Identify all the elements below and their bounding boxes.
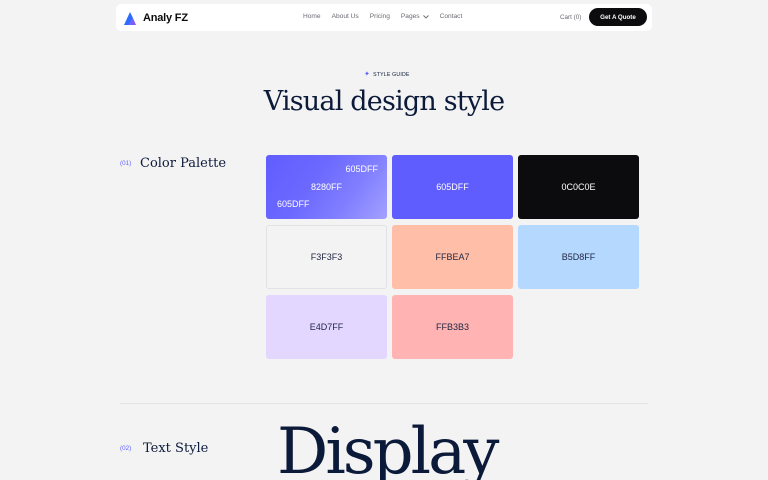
- gradient-label-bottom: 605DFF: [277, 199, 310, 209]
- brand-name: Analy FZ: [143, 11, 188, 24]
- main-menu: Home About Us Pricing Pages Contact: [303, 13, 462, 20]
- swatch-label: FFBEA7: [435, 252, 470, 262]
- swatch-label: B5D8FF: [561, 252, 596, 262]
- gradient-label-middle: 8280FF: [311, 182, 343, 192]
- menu-item-pricing[interactable]: Pricing: [370, 13, 390, 20]
- section-number-palette: (01): [120, 160, 132, 167]
- sparkle-icon: ✦: [364, 71, 371, 78]
- swatch-f3f3f3: F3F3F3: [266, 225, 387, 289]
- cart-link[interactable]: Cart (0): [560, 14, 581, 21]
- swatch-ffb3b3: FFB3B3: [392, 295, 513, 359]
- swatch-label: E4D7FF: [309, 322, 344, 332]
- eyebrow: ✦ STYLE GUIDE: [364, 71, 410, 78]
- top-nav: Analy FZ Home About Us Pricing Pages Con…: [116, 4, 652, 31]
- get-quote-button[interactable]: Get A Quote: [589, 8, 647, 26]
- gradient-label-top: 605DFF: [345, 164, 378, 174]
- swatch-605dff: 605DFF: [392, 155, 513, 219]
- menu-item-pages-label: Pages: [400, 13, 420, 20]
- page-title: Visual design style: [263, 86, 505, 117]
- swatch-ffbea7: FFBEA7: [392, 225, 513, 289]
- section-number-text: (02): [120, 445, 132, 452]
- swatch-b5d8ff: B5D8FF: [518, 225, 639, 289]
- display-sample: Display: [277, 415, 499, 480]
- swatch-e4d7ff: E4D7FF: [266, 295, 387, 359]
- logo-icon: [124, 11, 136, 25]
- swatch-label: F3F3F3: [310, 252, 343, 262]
- swatch-gradient: 605DFF 8280FF 605DFF: [266, 155, 387, 219]
- swatch-0c0c0e: 0C0C0E: [518, 155, 639, 219]
- menu-item-home[interactable]: Home: [303, 13, 321, 20]
- section-title-text: Text Style: [143, 441, 209, 456]
- swatch-label: 605DFF: [436, 182, 469, 192]
- eyebrow-label: STYLE GUIDE: [373, 71, 410, 78]
- swatch-label: 0C0C0E: [561, 182, 596, 192]
- menu-item-about[interactable]: About Us: [332, 13, 359, 20]
- section-title-palette: Color Palette: [140, 156, 227, 171]
- menu-item-pages[interactable]: Pages: [401, 13, 429, 20]
- swatch-label: FFB3B3: [435, 322, 469, 332]
- menu-item-contact[interactable]: Contact: [440, 13, 463, 20]
- section-divider: [120, 403, 648, 404]
- brand-logo[interactable]: Analy FZ: [124, 10, 188, 25]
- chevron-down-icon: [422, 14, 429, 19]
